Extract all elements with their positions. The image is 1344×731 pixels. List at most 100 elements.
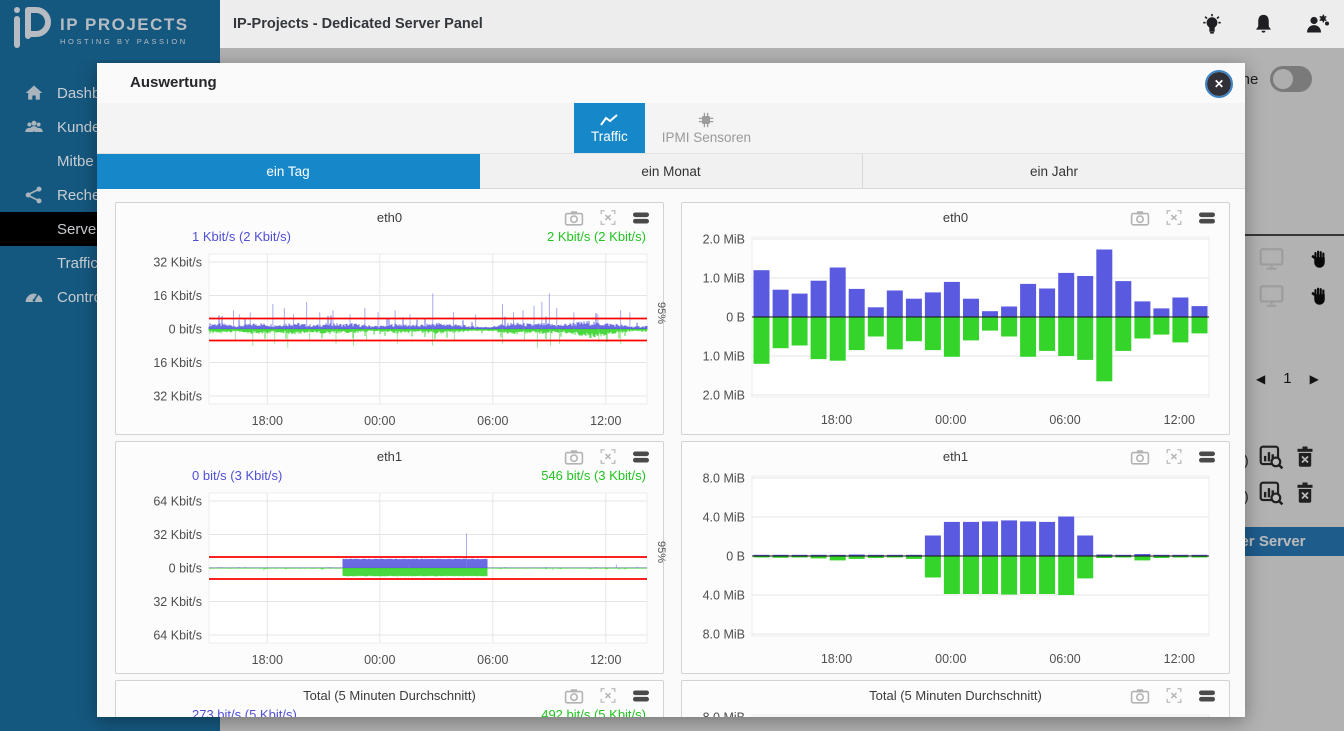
chart-canvas[interactable]: 8.0 MiB [682,705,1229,717]
chart-canvas[interactable]: 2.0 MiB1.0 MiB0 B1.0 MiB2.0 MiB18:0000:0… [682,227,1229,428]
fullscreen-icon[interactable] [1165,687,1183,704]
svg-text:0 B: 0 B [726,311,745,325]
chart-current-values: 1 Kbit/s (2 Kbit/s) 2 Kbit/s (2 Kbit/s) [116,227,663,246]
svg-text:18:00: 18:00 [252,653,283,667]
tab-ein-jahr[interactable]: ein Jahr [863,154,1245,189]
camera-icon[interactable] [564,210,584,226]
camera-icon[interactable] [1130,449,1150,465]
svg-text:18:00: 18:00 [252,414,283,428]
auswertung-modal: Auswertung ✕ Traffic IPMI Sensoren ein T… [97,63,1245,717]
chart-panel-header: Total (5 Minuten Durchschnitt) [116,681,663,705]
app: Dashbo Kunder Mitbe Recher Server Traffi… [0,0,1344,731]
svg-text:12:00: 12:00 [590,414,621,428]
tab-ein-monat[interactable]: ein Monat [480,154,863,189]
camera-icon[interactable] [1130,210,1150,226]
menu-icon[interactable] [632,211,650,225]
svg-text:64 Kbit/s: 64 Kbit/s [153,629,202,643]
chart-panel: eth0 2.0 MiB1.0 MiB0 B1.0 MiB2.0 MiB18:0… [681,202,1230,435]
logo-brand: IP PROJECTS [60,15,189,35]
charts-grid: eth0 1 Kbit/s (2 Kbit/s) 2 Kbit/s (2 Kbi… [115,202,1229,717]
fullscreen-icon[interactable] [1165,448,1183,465]
chart-panel: Total (5 Minuten Durchschnitt) 8.0 MiB [681,680,1230,717]
percentile-label: 95% [655,302,667,324]
svg-text:1.0 MiB: 1.0 MiB [703,272,745,286]
svg-text:00:00: 00:00 [364,414,395,428]
menu-icon[interactable] [1198,450,1216,464]
menu-icon[interactable] [632,450,650,464]
inbound-value: 273 bit/s (5 Kbit/s) [192,707,297,717]
svg-text:12:00: 12:00 [1164,413,1195,427]
svg-text:18:00: 18:00 [821,413,852,427]
close-icon[interactable]: ✕ [1207,72,1231,96]
ip-projects-logo-icon [10,5,52,56]
svg-text:1.0 MiB: 1.0 MiB [703,350,745,364]
chart-area: 32 Kbit/s16 Kbit/s0 bit/s16 Kbit/s32 Kbi… [116,246,663,434]
chart-canvas[interactable]: 8.0 MiB4.0 MiB0 B4.0 MiB8.0 MiB18:0000:0… [682,466,1229,667]
camera-icon[interactable] [1130,688,1150,704]
svg-text:0 B: 0 B [726,550,745,564]
tab-ipmi-sensoren[interactable]: IPMI Sensoren [645,103,768,153]
fullscreen-icon[interactable] [599,209,617,226]
bell-icon[interactable] [1252,12,1275,37]
fullscreen-icon[interactable] [1165,209,1183,226]
chart-panel-header: eth0 [116,203,663,227]
chart-area: 64 Kbit/s32 Kbit/s0 bit/s32 Kbit/s64 Kbi… [116,485,663,673]
svg-text:4.0 MiB: 4.0 MiB [703,511,745,525]
tab-label: Traffic [591,129,628,144]
menu-icon[interactable] [1198,211,1216,225]
svg-text:00:00: 00:00 [935,413,966,427]
chart-canvas[interactable]: 64 Kbit/s32 Kbit/s0 bit/s32 Kbit/s64 Kbi… [116,485,663,668]
camera-icon[interactable] [564,688,584,704]
svg-text:32 Kbit/s: 32 Kbit/s [153,528,202,542]
tab-traffic[interactable]: Traffic [574,103,645,153]
svg-text:06:00: 06:00 [1049,413,1080,427]
chart-panel-header: Total (5 Minuten Durchschnitt) [682,681,1229,705]
svg-text:32 Kbit/s: 32 Kbit/s [153,256,202,270]
page-title: IP-Projects - Dedicated Server Panel [233,0,483,48]
user-gear-icon[interactable] [1304,12,1330,37]
outbound-value: 492 bit/s (5 Kbit/s) [541,707,646,717]
chart-current-values: 273 bit/s (5 Kbit/s) 492 bit/s (5 Kbit/s… [116,705,663,717]
svg-text:2.0 MiB: 2.0 MiB [703,389,745,403]
svg-text:32 Kbit/s: 32 Kbit/s [153,595,202,609]
chart-current-values: 0 bit/s (3 Kbit/s) 546 bit/s (3 Kbit/s) [116,466,663,485]
chart-area: 8.0 MiB [682,705,1229,717]
svg-text:16 Kbit/s: 16 Kbit/s [153,289,202,303]
logo[interactable]: IP PROJECTS HOSTING BY PASSION [0,0,220,60]
svg-text:00:00: 00:00 [364,653,395,667]
menu-icon[interactable] [632,689,650,703]
camera-icon[interactable] [564,449,584,465]
outbound-value: 2 Kbit/s (2 Kbit/s) [547,229,646,246]
line-chart-icon [599,113,619,127]
svg-text:06:00: 06:00 [477,414,508,428]
svg-text:8.0 MiB: 8.0 MiB [703,628,745,642]
svg-text:12:00: 12:00 [590,653,621,667]
svg-text:00:00: 00:00 [935,652,966,666]
chart-canvas[interactable]: 32 Kbit/s16 Kbit/s0 bit/s16 Kbit/s32 Kbi… [116,246,663,429]
svg-text:0 bit/s: 0 bit/s [169,562,202,576]
lightbulb-icon[interactable] [1201,12,1223,37]
svg-text:8.0 MiB: 8.0 MiB [703,711,745,718]
svg-text:18:00: 18:00 [821,652,852,666]
svg-text:16 Kbit/s: 16 Kbit/s [153,356,202,370]
chart-area: 2.0 MiB1.0 MiB0 B1.0 MiB2.0 MiB18:0000:0… [682,227,1229,433]
chart-panel: eth1 8.0 MiB4.0 MiB0 B4.0 MiB8.0 MiB18:0… [681,441,1230,674]
svg-text:32 Kbit/s: 32 Kbit/s [153,390,202,404]
chart-panel-header: eth0 [682,203,1229,227]
modal-title: Auswertung [130,74,217,91]
fullscreen-icon[interactable] [599,687,617,704]
tab-ein-tag[interactable]: ein Tag [97,154,480,189]
percentile-label: 95% [655,541,667,563]
period-tab-bar: ein Tag ein Monat ein Jahr [97,153,1245,189]
tab-label: IPMI Sensoren [662,130,751,145]
outbound-value: 546 bit/s (3 Kbit/s) [541,468,646,485]
chart-panel-header: eth1 [116,442,663,466]
logo-tagline: HOSTING BY PASSION [60,37,189,46]
fullscreen-icon[interactable] [599,448,617,465]
chart-panel: eth0 1 Kbit/s (2 Kbit/s) 2 Kbit/s (2 Kbi… [115,202,664,435]
chip-icon [697,112,715,128]
menu-icon[interactable] [1198,689,1216,703]
chart-area: 8.0 MiB4.0 MiB0 B4.0 MiB8.0 MiB18:0000:0… [682,466,1229,672]
chart-panel: eth1 0 bit/s (3 Kbit/s) 546 bit/s (3 Kbi… [115,441,664,674]
modal-header: Auswertung ✕ [97,63,1245,103]
